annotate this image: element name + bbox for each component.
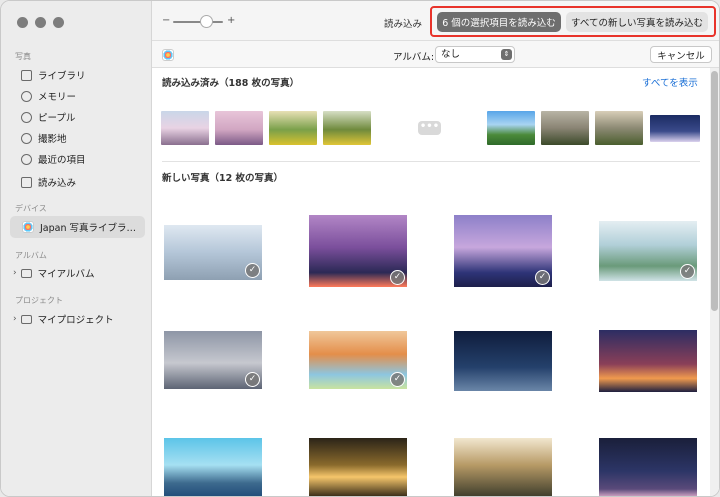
- recents-icon: [21, 153, 32, 165]
- toolbar: − + 読み込み 6 個の選択項目を読み込む すべての新しい写真を読み込む: [152, 1, 719, 41]
- sidebar-section-projects: プロジェクト: [15, 296, 63, 305]
- photo-library-icon: [21, 69, 32, 81]
- checkmark-icon[interactable]: ✓: [535, 270, 550, 285]
- zoom-in-icon[interactable]: +: [227, 15, 235, 26]
- import-options-bar: アルバム: なし ⇕ キャンセル: [152, 41, 719, 68]
- chevron-right-icon[interactable]: ›: [13, 314, 17, 324]
- zoom-slider-handle[interactable]: [200, 15, 213, 28]
- new-photo-thumbnail[interactable]: [454, 438, 552, 496]
- show-all-link[interactable]: すべてを表示: [642, 75, 698, 89]
- import-title: 読み込み: [384, 19, 423, 30]
- checkmark-icon[interactable]: ✓: [245, 372, 260, 387]
- sidebar-section-devices: デバイス: [15, 204, 47, 213]
- sidebar-section-photos: 写真: [15, 52, 31, 61]
- sidebar-item-label: メモリー: [38, 92, 77, 103]
- folder-icon: [20, 314, 32, 324]
- cancel-button[interactable]: キャンセル: [650, 46, 712, 63]
- places-icon: [21, 132, 32, 144]
- zoom-out-icon[interactable]: −: [162, 15, 170, 26]
- imported-thumbnail[interactable]: [161, 111, 209, 145]
- sidebar: 写真 ライブラリ メモリー ピープル 撮影地 最近の項目 読み込み デバイス J…: [1, 1, 152, 496]
- section-divider: [162, 161, 700, 162]
- memories-icon: [21, 90, 32, 102]
- sidebar-item-imports[interactable]: 読み込み: [21, 173, 145, 191]
- minimize-window-button[interactable]: [35, 17, 46, 28]
- sidebar-item-library[interactable]: ライブラリ: [21, 66, 145, 84]
- zoom-window-button[interactable]: [53, 17, 64, 28]
- imported-thumbnail[interactable]: [487, 111, 535, 145]
- sidebar-item-label: ライブラリ: [38, 71, 86, 82]
- new-photo-thumbnail[interactable]: ✓: [309, 331, 407, 389]
- new-photo-thumbnail[interactable]: [309, 438, 407, 496]
- vertical-scrollbar[interactable]: [710, 68, 719, 496]
- album-label: アルバム:: [393, 52, 435, 63]
- photos-app-icon: [162, 49, 174, 61]
- window-controls: [17, 17, 64, 28]
- imported-thumbnail[interactable]: [323, 111, 371, 145]
- imported-thumbnail[interactable]: [215, 111, 263, 145]
- new-photo-thumbnail[interactable]: [599, 438, 697, 496]
- imported-thumbnail[interactable]: [595, 111, 643, 145]
- checkmark-icon[interactable]: ✓: [680, 264, 695, 279]
- sidebar-item-device[interactable]: Japan 写真ライブラ…: [10, 216, 145, 238]
- imports-icon: [21, 176, 32, 188]
- checkmark-icon[interactable]: ✓: [390, 270, 405, 285]
- checkmark-icon[interactable]: ✓: [245, 263, 260, 278]
- new-photo-thumbnail[interactable]: [454, 331, 552, 391]
- new-photo-thumbnail[interactable]: ✓: [454, 215, 552, 287]
- imported-section-title: 読み込み済み（188 枚の写真）: [162, 78, 300, 89]
- sidebar-item-my-projects[interactable]: › マイプロジェクト: [13, 310, 137, 328]
- album-select[interactable]: なし ⇕: [435, 46, 515, 63]
- new-photo-thumbnail[interactable]: ✓: [164, 225, 262, 280]
- imported-thumbnail[interactable]: [269, 111, 317, 145]
- photos-app-icon: [22, 221, 34, 233]
- folder-icon: [20, 268, 32, 278]
- imported-thumbnail[interactable]: [650, 115, 700, 142]
- sidebar-item-label: ピープル: [38, 113, 76, 124]
- select-arrows-icon: ⇕: [501, 49, 512, 60]
- photos-import-window: 写真 ライブラリ メモリー ピープル 撮影地 最近の項目 読み込み デバイス J…: [0, 0, 720, 497]
- import-all-new-button[interactable]: すべての新しい写真を読み込む: [566, 12, 708, 32]
- more-button[interactable]: •••: [418, 121, 441, 135]
- new-photo-thumbnail[interactable]: ✓: [599, 221, 697, 281]
- close-window-button[interactable]: [17, 17, 28, 28]
- chevron-right-icon[interactable]: ›: [13, 268, 17, 278]
- new-photo-thumbnail[interactable]: [164, 438, 262, 496]
- sidebar-item-my-albums[interactable]: › マイアルバム: [13, 264, 137, 282]
- sidebar-item-places[interactable]: 撮影地: [21, 129, 145, 147]
- new-photo-thumbnail[interactable]: [599, 330, 697, 392]
- sidebar-item-memories[interactable]: メモリー: [21, 87, 145, 105]
- checkmark-icon[interactable]: ✓: [390, 372, 405, 387]
- album-select-value: なし: [441, 49, 461, 60]
- zoom-slider-track[interactable]: [173, 21, 223, 23]
- new-photo-thumbnail[interactable]: ✓: [309, 215, 407, 287]
- imported-thumbnail[interactable]: [541, 111, 589, 145]
- sidebar-item-label: 最近の項目: [38, 155, 86, 166]
- import-selected-button[interactable]: 6 個の選択項目を読み込む: [437, 12, 561, 32]
- sidebar-item-label: マイアルバム: [37, 269, 95, 280]
- sidebar-item-label: 読み込み: [38, 178, 77, 189]
- scrollbar-thumb[interactable]: [711, 71, 718, 311]
- sidebar-item-label: 撮影地: [38, 134, 67, 145]
- sidebar-section-albums: アルバム: [15, 251, 47, 260]
- sidebar-item-recents[interactable]: 最近の項目: [21, 150, 145, 168]
- new-photos-section-title: 新しい写真（12 枚の写真）: [162, 173, 284, 184]
- sidebar-item-people[interactable]: ピープル: [21, 108, 145, 126]
- import-content: 読み込み済み（188 枚の写真） すべてを表示 ••• 新しい写真（12 枚の写…: [152, 68, 719, 496]
- device-label: Japan 写真ライブラ…: [40, 223, 137, 234]
- new-photo-thumbnail[interactable]: ✓: [164, 331, 262, 389]
- sidebar-item-label: マイプロジェクト: [37, 315, 114, 326]
- people-icon: [21, 111, 32, 123]
